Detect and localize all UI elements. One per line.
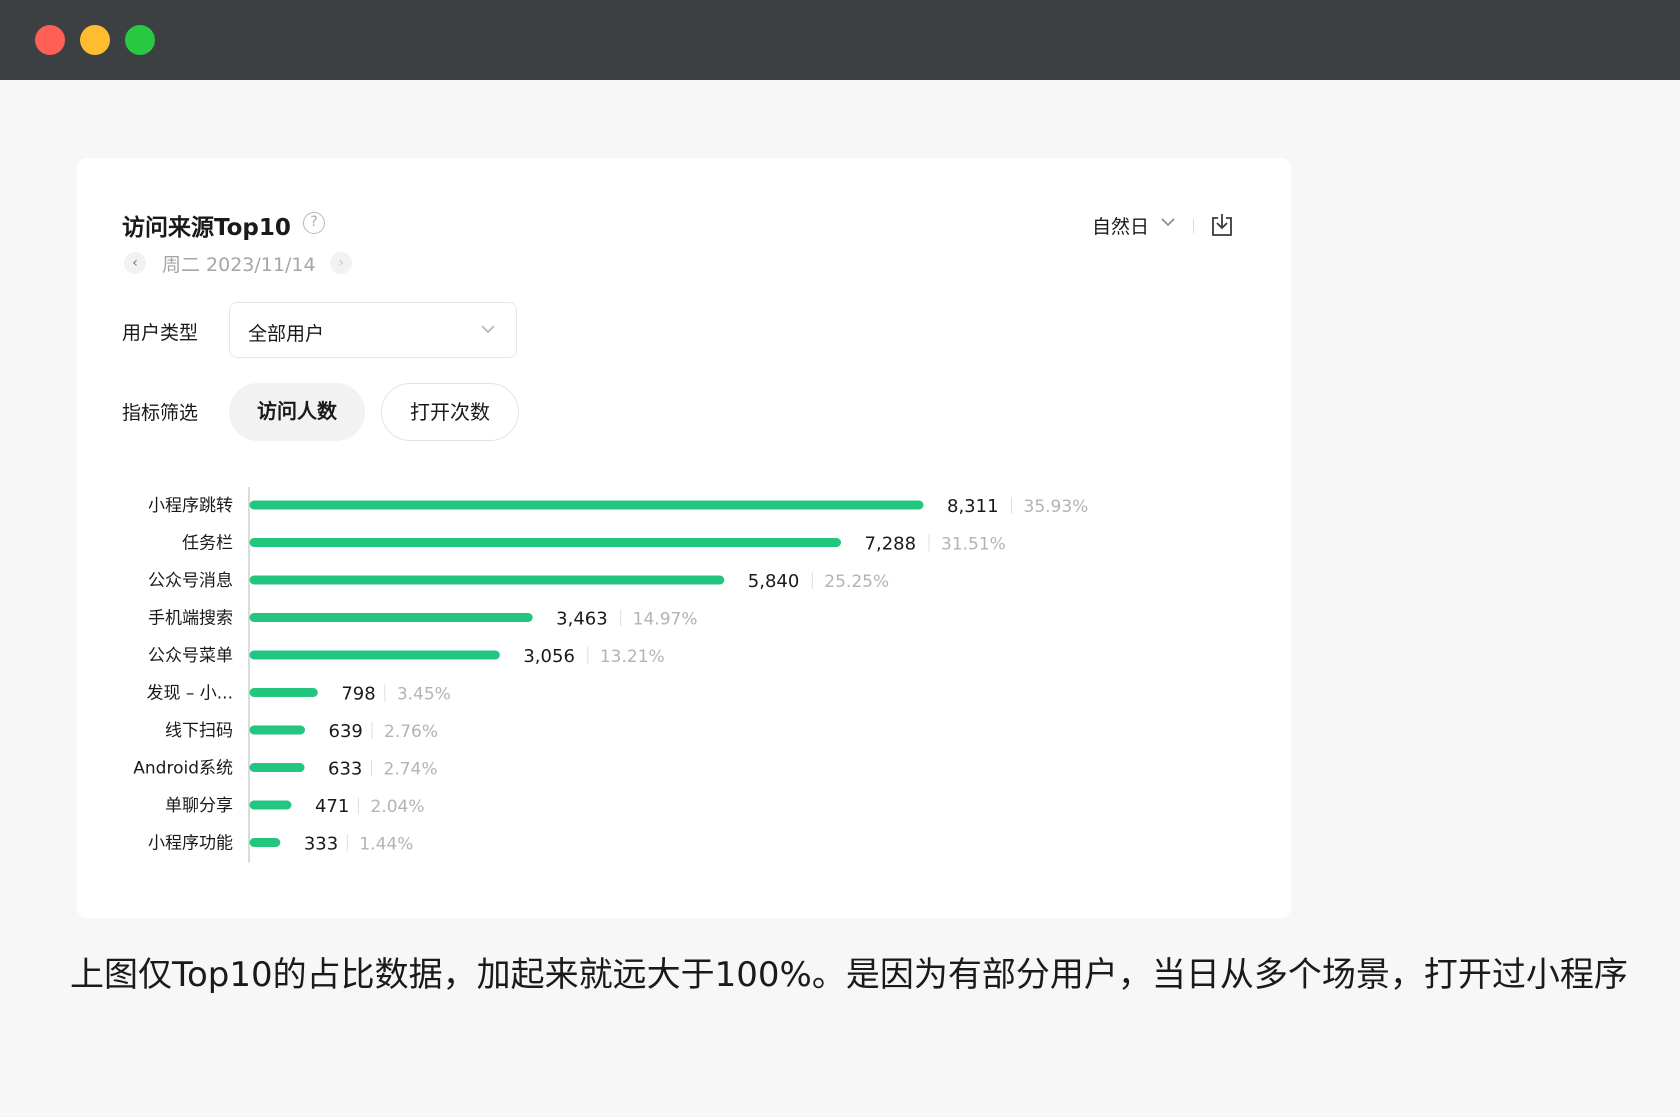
bar-value-label: 633 [328, 759, 362, 780]
window-titlebar [0, 0, 1680, 80]
traffic-source-bar-chart: 小程序跳转 8,311 35.93% 任务栏 7,288 31.51% 公众号消息 5,840… [133, 487, 1089, 863]
bar-value-label: 3,463 [556, 609, 608, 630]
bar-percent-label: 13.21% [600, 647, 665, 667]
bar-value-label: 471 [315, 796, 349, 817]
bar-category-label: 任务栏 [182, 534, 233, 554]
bar-percent-label: 14.97% [633, 610, 698, 630]
bar-value-label: 7,288 [865, 534, 917, 555]
bar-category-label: 线下扫码 [165, 721, 233, 741]
bar-percent-label: 2.76% [384, 722, 438, 742]
bar-value-label: 639 [329, 721, 363, 742]
bar-value-label: 3,056 [523, 646, 575, 667]
bar-percent-label: 35.93% [1024, 497, 1089, 517]
bar-category-label: 单聊分享 [165, 796, 233, 816]
bar-category-label: Android系统 [133, 759, 233, 779]
bar-category-label: 手机端搜索 [148, 609, 233, 629]
bar-category-label: 小程序功能 [148, 834, 233, 854]
footer-note: 上图仅Top10的占比数据，加起来就远大于100%。是因为有部分用户，当日从多个… [70, 955, 1628, 995]
bar-percent-label: 25.25% [824, 572, 889, 592]
minimize-window-button[interactable] [80, 25, 110, 55]
traffic-source-card: 访问来源Top10 ? ‹ 周二 2023/11/14 › 自然日 用户类型 全… [77, 158, 1291, 918]
bar-category-label: 公众号消息 [148, 571, 233, 591]
bar-category-label: 发现 – 小... [146, 684, 233, 704]
bar-value-label: 8,311 [947, 496, 999, 517]
bar-value-label: 333 [304, 834, 338, 855]
bar-value-label: 798 [341, 684, 375, 705]
bar-category-label: 小程序跳转 [148, 496, 233, 516]
bar-percent-label: 31.51% [941, 535, 1006, 555]
bar-percent-label: 3.45% [397, 685, 451, 705]
bar-percent-label: 1.44% [359, 835, 413, 855]
bar-percent-label: 2.74% [384, 760, 438, 780]
close-window-button[interactable] [35, 25, 65, 55]
bar-value-label: 5,840 [748, 571, 800, 592]
bar-category-label: 公众号菜单 [148, 646, 233, 666]
bar-percent-label: 2.04% [370, 797, 424, 817]
zoom-window-button[interactable] [125, 25, 155, 55]
